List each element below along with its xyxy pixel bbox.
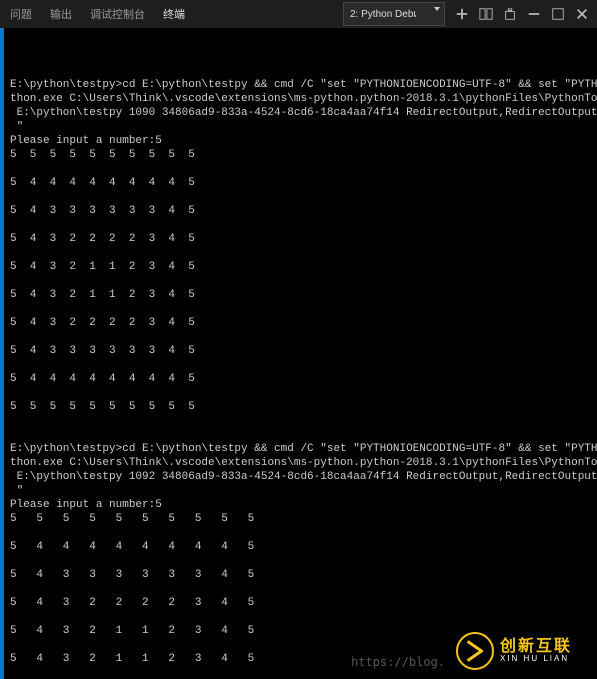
panel-tab-bar: 问题 输出 调试控制台 终端 2: Python Debเ	[0, 0, 597, 29]
close-panel-icon[interactable]	[575, 7, 589, 21]
kill-terminal-icon[interactable]	[503, 7, 517, 21]
brand-logo-cn: 创新互联	[500, 638, 572, 656]
brand-logo-en: XIN HU LIAN	[500, 655, 572, 664]
new-terminal-icon[interactable]	[455, 7, 469, 21]
panel-tabs: 问题 输出 调试控制台 终端	[10, 0, 343, 29]
panel-up-icon[interactable]	[527, 7, 541, 21]
tab-terminal[interactable]: 终端	[163, 0, 185, 29]
terminal-selector-label: 2: Python Debเ	[350, 7, 417, 22]
chevron-down-icon	[434, 7, 440, 11]
terminal-view[interactable]: E:\python\testpy>cd E:\python\testpy && …	[0, 28, 597, 679]
terminal-output: E:\python\testpy>cd E:\python\testpy && …	[10, 64, 593, 679]
brand-logo-icon	[456, 632, 494, 670]
panel-tools: 2: Python Debเ	[343, 2, 589, 26]
terminal-selector[interactable]: 2: Python Debเ	[343, 2, 445, 26]
brand-logo: 创新互联 XIN HU LIAN	[450, 623, 597, 679]
maximize-panel-icon[interactable]	[551, 7, 565, 21]
split-terminal-icon[interactable]	[479, 7, 493, 21]
tab-problems[interactable]: 问题	[10, 0, 32, 29]
tab-output[interactable]: 输出	[50, 0, 72, 29]
tab-debug-console[interactable]: 调试控制台	[90, 0, 145, 29]
